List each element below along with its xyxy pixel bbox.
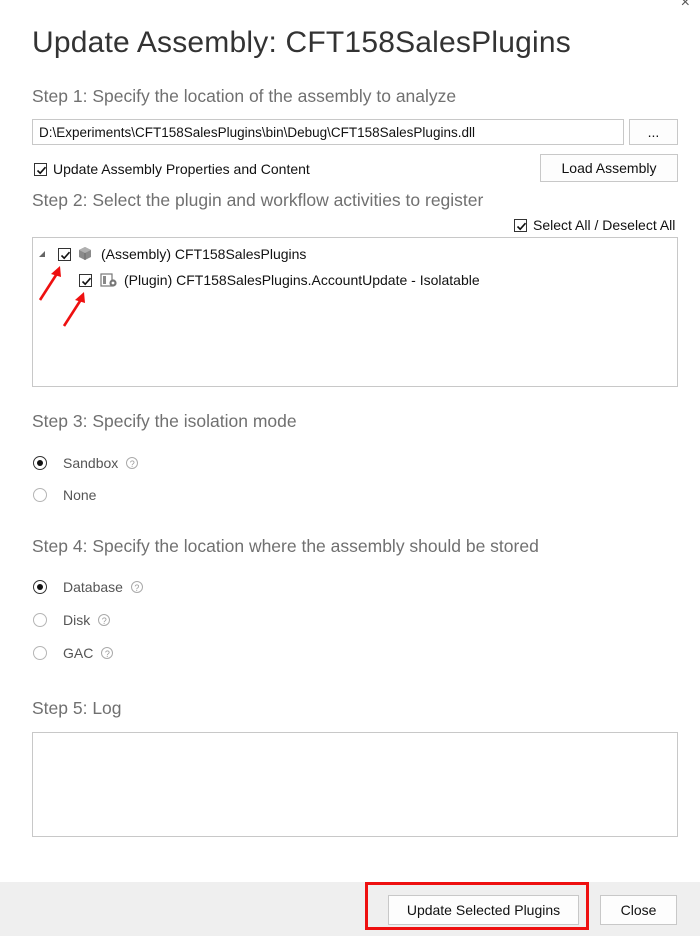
help-icon[interactable]: ? (130, 581, 143, 593)
select-all-label: Select All / Deselect All (533, 217, 676, 233)
checkmark-icon (60, 251, 71, 259)
step5-label: Step 5: Log (32, 698, 122, 718)
plugin-checkbox[interactable] (79, 273, 92, 287)
assembly-icon (79, 247, 91, 260)
help-icon[interactable]: ? (126, 457, 139, 469)
radio-button[interactable] (33, 613, 47, 627)
radio-none[interactable]: None (33, 487, 96, 503)
select-all-row[interactable]: Select All / Deselect All (514, 217, 675, 233)
help-icon[interactable]: ? (98, 614, 111, 626)
radio-label: Database (63, 579, 123, 595)
radio-sandbox[interactable]: Sandbox ? (33, 455, 139, 471)
radio-button[interactable] (33, 488, 47, 502)
dialog-footer (0, 882, 700, 936)
close-button[interactable]: Close (600, 895, 677, 925)
load-assembly-button[interactable]: Load Assembly (540, 154, 678, 182)
plugin-icon (100, 273, 117, 287)
browse-button[interactable]: ... (629, 119, 678, 145)
step4-label: Step 4: Specify the location where the a… (32, 536, 539, 556)
radio-label: None (63, 487, 97, 503)
checkmark-icon (36, 166, 47, 174)
tree-item-assembly[interactable]: (Assembly) CFT158SalesPlugins (37, 246, 306, 262)
radio-database[interactable]: Database ? (33, 579, 143, 595)
radio-button[interactable] (33, 456, 47, 470)
radio-button[interactable] (33, 646, 47, 660)
log-textarea[interactable] (32, 732, 678, 837)
plugin-tree: (Assembly) CFT158SalesPlugins (Plugin) C… (32, 237, 678, 387)
step3-label: Step 3: Specify the isolation mode (32, 411, 297, 431)
annotation-arrow-icon (62, 292, 85, 327)
radio-button[interactable] (33, 580, 47, 594)
update-props-checkbox-row[interactable]: Update Assembly Properties and Content (34, 161, 310, 177)
update-props-label: Update Assembly Properties and Content (53, 161, 310, 177)
checkmark-icon (81, 277, 92, 285)
help-icon[interactable]: ? (101, 647, 114, 659)
dialog-title: Update Assembly: CFT158SalesPlugins (32, 26, 571, 59)
select-all-checkbox[interactable] (514, 218, 527, 232)
update-props-checkbox[interactable] (34, 162, 47, 176)
radio-label: GAC (63, 645, 94, 661)
tree-item-label: (Plugin) CFT158SalesPlugins.AccountUpdat… (124, 272, 480, 288)
assembly-path-input[interactable]: D:\Experiments\CFT158SalesPlugins\bin\De… (32, 119, 624, 145)
step2-label: Step 2: Select the plugin and workflow a… (32, 190, 484, 210)
tree-item-label: (Assembly) CFT158SalesPlugins (101, 246, 307, 262)
assembly-checkbox[interactable] (58, 247, 71, 261)
annotation-highlight-box (365, 882, 589, 930)
step1-label: Step 1: Specify the location of the asse… (32, 86, 457, 106)
expand-triangle-icon[interactable] (37, 249, 47, 259)
radio-gac[interactable]: GAC ? (33, 645, 114, 661)
tree-item-plugin[interactable]: (Plugin) CFT158SalesPlugins.AccountUpdat… (79, 272, 480, 288)
close-icon[interactable]: × (681, 0, 690, 12)
radio-label: Disk (63, 612, 91, 628)
radio-label: Sandbox (63, 455, 119, 471)
checkmark-icon (516, 222, 527, 230)
radio-disk[interactable]: Disk ? (33, 612, 111, 628)
